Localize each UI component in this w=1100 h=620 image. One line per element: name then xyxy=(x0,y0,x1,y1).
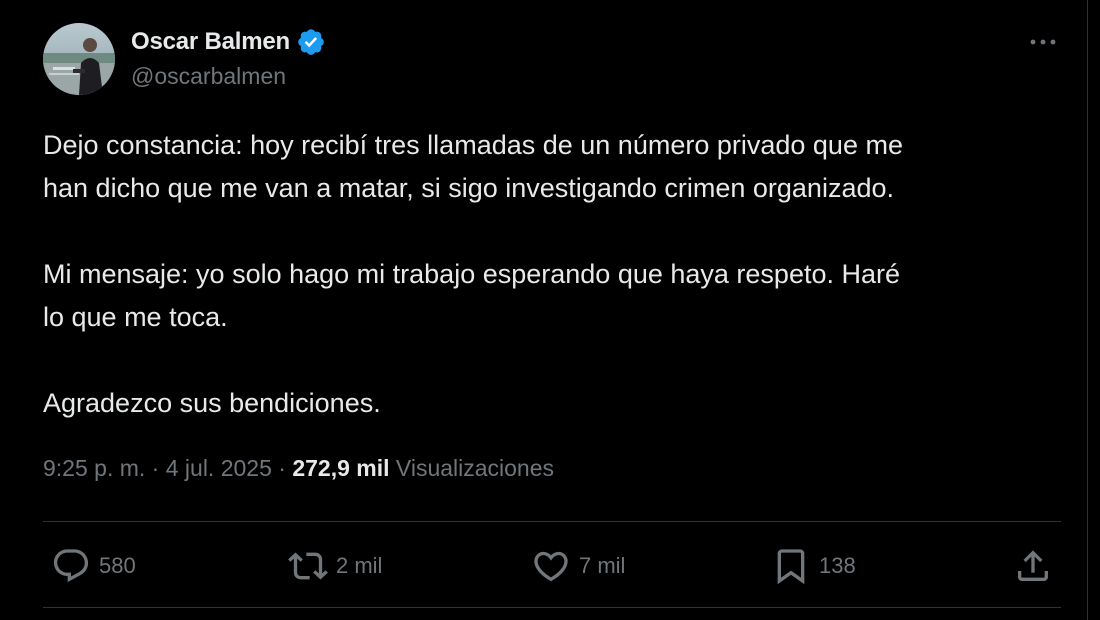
heart-icon xyxy=(534,551,568,582)
tweet-paragraph: Mi mensaje: yo solo hago mi trabajo espe… xyxy=(43,259,900,332)
bookmark-button[interactable]: 138 xyxy=(771,540,856,592)
more-icon xyxy=(1030,39,1056,45)
action-bar: 580 2 mil 7 mil 138 xyxy=(43,540,1061,592)
tweet-time[interactable]: 9:25 p. m. xyxy=(43,455,145,481)
more-options-button[interactable] xyxy=(1026,30,1060,54)
meta-separator: · xyxy=(278,455,286,481)
meta-separator: · xyxy=(151,455,160,481)
reply-icon xyxy=(53,549,89,583)
bookmark-icon xyxy=(777,549,805,585)
repost-button[interactable]: 2 mil xyxy=(288,540,382,592)
tweet-card: Oscar Balmen @oscarbalmen Dejo constanci… xyxy=(0,0,1088,620)
avatar-photo xyxy=(43,23,115,95)
reply-button[interactable]: 580 xyxy=(51,540,136,592)
share-button[interactable] xyxy=(1013,540,1053,592)
divider xyxy=(43,521,1061,522)
share-icon xyxy=(1018,550,1048,581)
repost-icon xyxy=(288,552,328,580)
tweet-paragraph: Agradezco sus bendiciones. xyxy=(43,388,381,418)
like-count: 7 mil xyxy=(579,553,626,578)
verified-badge-icon[interactable] xyxy=(296,27,326,57)
like-button[interactable]: 7 mil xyxy=(531,540,625,592)
tweet-date[interactable]: 4 jul. 2025 xyxy=(166,455,272,481)
author-handle[interactable]: @oscarbalmen xyxy=(131,63,286,90)
tweet-text: Dejo constancia: hoy recibí tres llamada… xyxy=(43,124,1063,468)
author-display-name[interactable]: Oscar Balmen xyxy=(131,28,290,56)
bookmark-count: 138 xyxy=(819,553,856,578)
author-name-row: Oscar Balmen xyxy=(131,26,326,58)
views-label: Visualizaciones xyxy=(395,455,555,481)
divider xyxy=(43,607,1061,608)
repost-count: 2 mil xyxy=(336,553,383,578)
avatar[interactable] xyxy=(43,23,115,95)
tweet-paragraph: Dejo constancia: hoy recibí tres llamada… xyxy=(43,130,903,203)
reply-count: 580 xyxy=(99,553,136,578)
views-count: 272,9 mil xyxy=(292,455,390,481)
tweet-meta: 9:25 p. m. · 4 jul. 2025 · 272,9 mil Vis… xyxy=(43,455,554,482)
